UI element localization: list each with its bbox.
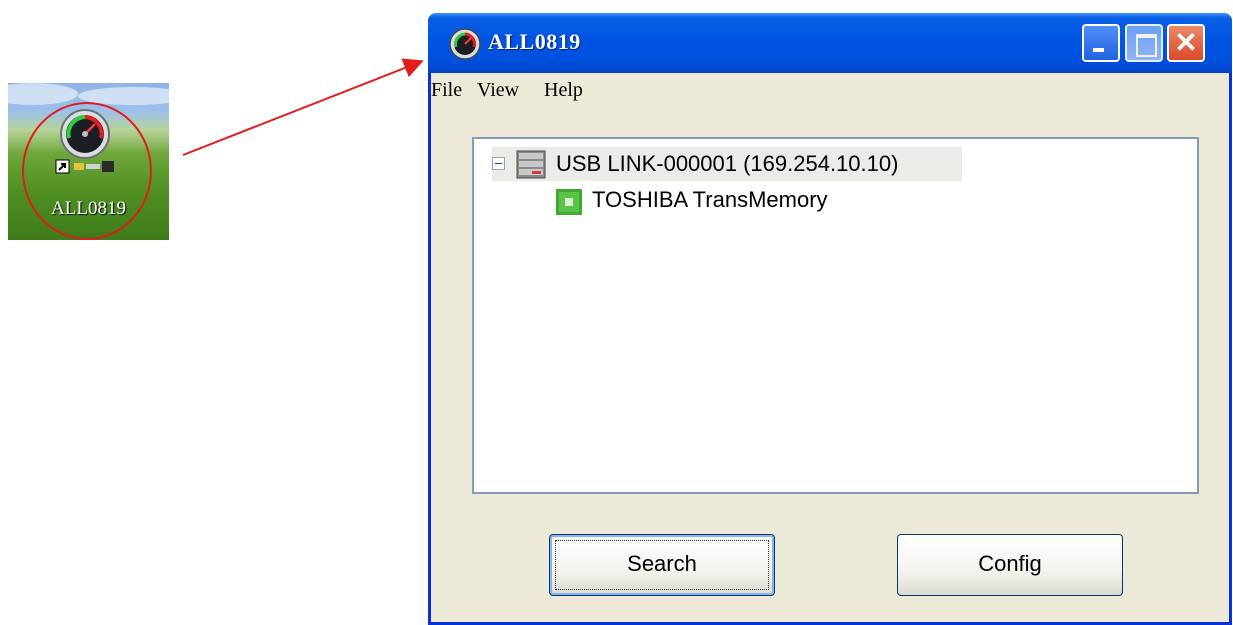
tree-label-storage: TOSHIBA TransMemory <box>592 187 828 212</box>
app-window: ALL0819 ✕ File View Help USB LINK-000001… <box>428 13 1232 625</box>
config-button-label: Config <box>978 551 1042 576</box>
menu-file[interactable]: File <box>431 79 462 102</box>
title-bar[interactable]: ALL0819 ✕ <box>428 13 1232 73</box>
collapse-icon[interactable] <box>492 157 505 170</box>
close-button[interactable]: ✕ <box>1167 24 1205 62</box>
menu-bar: File View Help <box>431 73 1229 107</box>
highlight-circle <box>22 102 152 240</box>
menu-help[interactable]: Help <box>544 79 583 102</box>
device-tree[interactable]: USB LINK-000001 (169.254.10.10) TOSHIBA … <box>472 137 1199 494</box>
server-icon <box>516 150 546 179</box>
minimize-button[interactable] <box>1082 24 1120 62</box>
tree-label-usb-link: USB LINK-000001 (169.254.10.10) <box>556 151 899 176</box>
focus-ring <box>555 540 769 590</box>
maximize-button[interactable] <box>1125 24 1163 62</box>
usb-storage-icon <box>556 189 582 215</box>
search-button[interactable]: Search <box>549 534 775 596</box>
tree-item-usb-link[interactable]: USB LINK-000001 (169.254.10.10) <box>492 147 962 181</box>
tree-item-storage[interactable]: TOSHIBA TransMemory <box>556 183 956 217</box>
cloud <box>8 83 78 105</box>
config-button[interactable]: Config <box>897 534 1123 596</box>
window-title: ALL0819 <box>488 29 581 54</box>
gauge-network-icon <box>449 28 481 60</box>
close-icon: ✕ <box>1174 27 1198 58</box>
menu-view[interactable]: View <box>477 79 519 102</box>
